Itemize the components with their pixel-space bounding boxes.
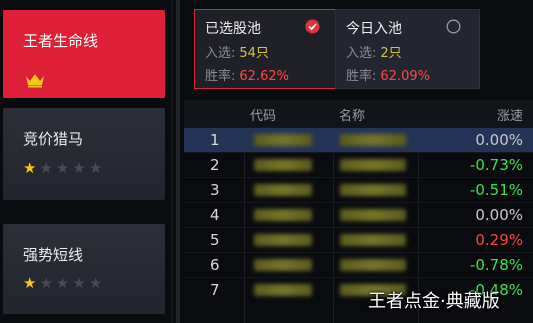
stock-name-redacted — [340, 134, 406, 146]
stock-name-redacted — [340, 234, 406, 246]
speed-value: -0.78% — [469, 256, 523, 274]
star-icon: ★ — [72, 159, 86, 177]
stock-code-redacted — [254, 134, 312, 146]
star-icon: ★ — [88, 274, 103, 292]
pool-win-row: 胜率: 62.62% — [205, 65, 338, 84]
unchecked-circle-icon[interactable] — [446, 19, 461, 34]
strategy-title: 王者生命线 — [23, 32, 99, 50]
star-icon: ★ — [88, 159, 103, 177]
table-row[interactable]: 5 0.29% — [184, 227, 533, 252]
star-icon: ★ — [23, 159, 37, 177]
app-watermark: 王者点金·典藏版 — [368, 291, 500, 312]
row-index: 5 — [210, 231, 220, 249]
stock-code-redacted — [254, 234, 312, 246]
strategy-title: 竞价猎马 — [23, 130, 84, 148]
stock-name-redacted — [340, 159, 406, 171]
left-panel-divider — [176, 0, 180, 323]
strategy-card-wangzhe[interactable]: 王者生命线 — [3, 10, 165, 98]
table-header: 代码 名称 涨速 — [184, 100, 533, 127]
star-icon: ★ — [55, 159, 70, 177]
table-row[interactable]: 3 -0.51% — [184, 177, 533, 202]
star-icon: ★ — [39, 274, 53, 292]
crown-icon — [26, 74, 44, 88]
speed-value: 0.29% — [475, 231, 523, 249]
stock-code-redacted — [254, 259, 312, 271]
row-index: 2 — [210, 156, 220, 174]
pool-count-value: 2只 — [380, 46, 402, 61]
rating-stars: ★ ★ ★ ★ ★ — [23, 161, 102, 176]
stock-code-redacted — [254, 209, 312, 221]
header-name[interactable]: 名称 — [339, 105, 365, 124]
star-icon: ★ — [55, 274, 70, 292]
pool-count-row: 入选: 54只 — [205, 42, 338, 61]
star-icon: ★ — [39, 159, 53, 177]
row-index: 3 — [210, 181, 220, 199]
table-row[interactable]: 1 0.00% — [184, 127, 533, 152]
row-index: 6 — [210, 256, 220, 274]
stock-code-redacted — [254, 159, 312, 171]
table-row[interactable]: 4 0.00% — [184, 202, 533, 227]
stock-code-redacted — [254, 284, 312, 296]
pool-win-value: 62.09% — [380, 69, 430, 84]
table-row[interactable]: 6 -0.78% — [184, 252, 533, 277]
pool-count-label: 入选: — [346, 46, 377, 61]
star-icon: ★ — [23, 274, 37, 292]
row-index: 1 — [210, 131, 220, 149]
checked-circle-icon[interactable] — [305, 19, 320, 34]
pool-selected[interactable]: 已选股池 入选: 54只 胜率: 62.62% — [194, 9, 339, 89]
row-index: 7 — [210, 281, 220, 299]
stock-table: 代码 名称 涨速 1 0.00% 2 -0.73% 3 -0.51% 4 0.00% 5 0.29… — [184, 100, 533, 302]
pool-win-label: 胜率: — [346, 69, 377, 84]
pool-win-label: 胜率: — [205, 69, 236, 84]
pool-today[interactable]: 今日入池 入选: 2只 胜率: 62.09% — [335, 9, 480, 89]
pool-win-value: 62.62% — [239, 69, 289, 84]
star-icon: ★ — [72, 274, 86, 292]
row-index: 4 — [210, 206, 220, 224]
pool-count-row: 入选: 2只 — [346, 42, 479, 61]
stock-name-redacted — [340, 259, 406, 271]
strategy-card-qiangshi[interactable]: 强势短线 ★ ★ ★ ★ ★ — [3, 224, 165, 314]
stock-name-redacted — [340, 209, 406, 221]
pool-win-row: 胜率: 62.09% — [346, 65, 479, 84]
left-panel-divider-shadow — [171, 0, 173, 323]
stock-name-redacted — [340, 184, 406, 196]
strategy-title: 强势短线 — [23, 246, 84, 264]
speed-value: -0.51% — [469, 181, 523, 199]
speed-value: 0.00% — [475, 131, 523, 149]
stock-code-redacted — [254, 184, 312, 196]
rating-stars: ★ ★ ★ ★ ★ — [23, 276, 102, 291]
speed-value: 0.00% — [475, 206, 523, 224]
speed-value: -0.73% — [469, 156, 523, 174]
header-code[interactable]: 代码 — [250, 105, 276, 124]
header-speed[interactable]: 涨速 — [497, 105, 523, 124]
pool-count-label: 入选: — [205, 46, 236, 61]
table-body: 1 0.00% 2 -0.73% 3 -0.51% 4 0.00% 5 0.29% 6 -0.78% 7… — [184, 127, 533, 302]
strategy-card-jingjia[interactable]: 竞价猎马 ★ ★ ★ ★ ★ — [3, 108, 165, 200]
table-row[interactable]: 2 -0.73% — [184, 152, 533, 177]
pool-count-value: 54只 — [239, 46, 269, 61]
